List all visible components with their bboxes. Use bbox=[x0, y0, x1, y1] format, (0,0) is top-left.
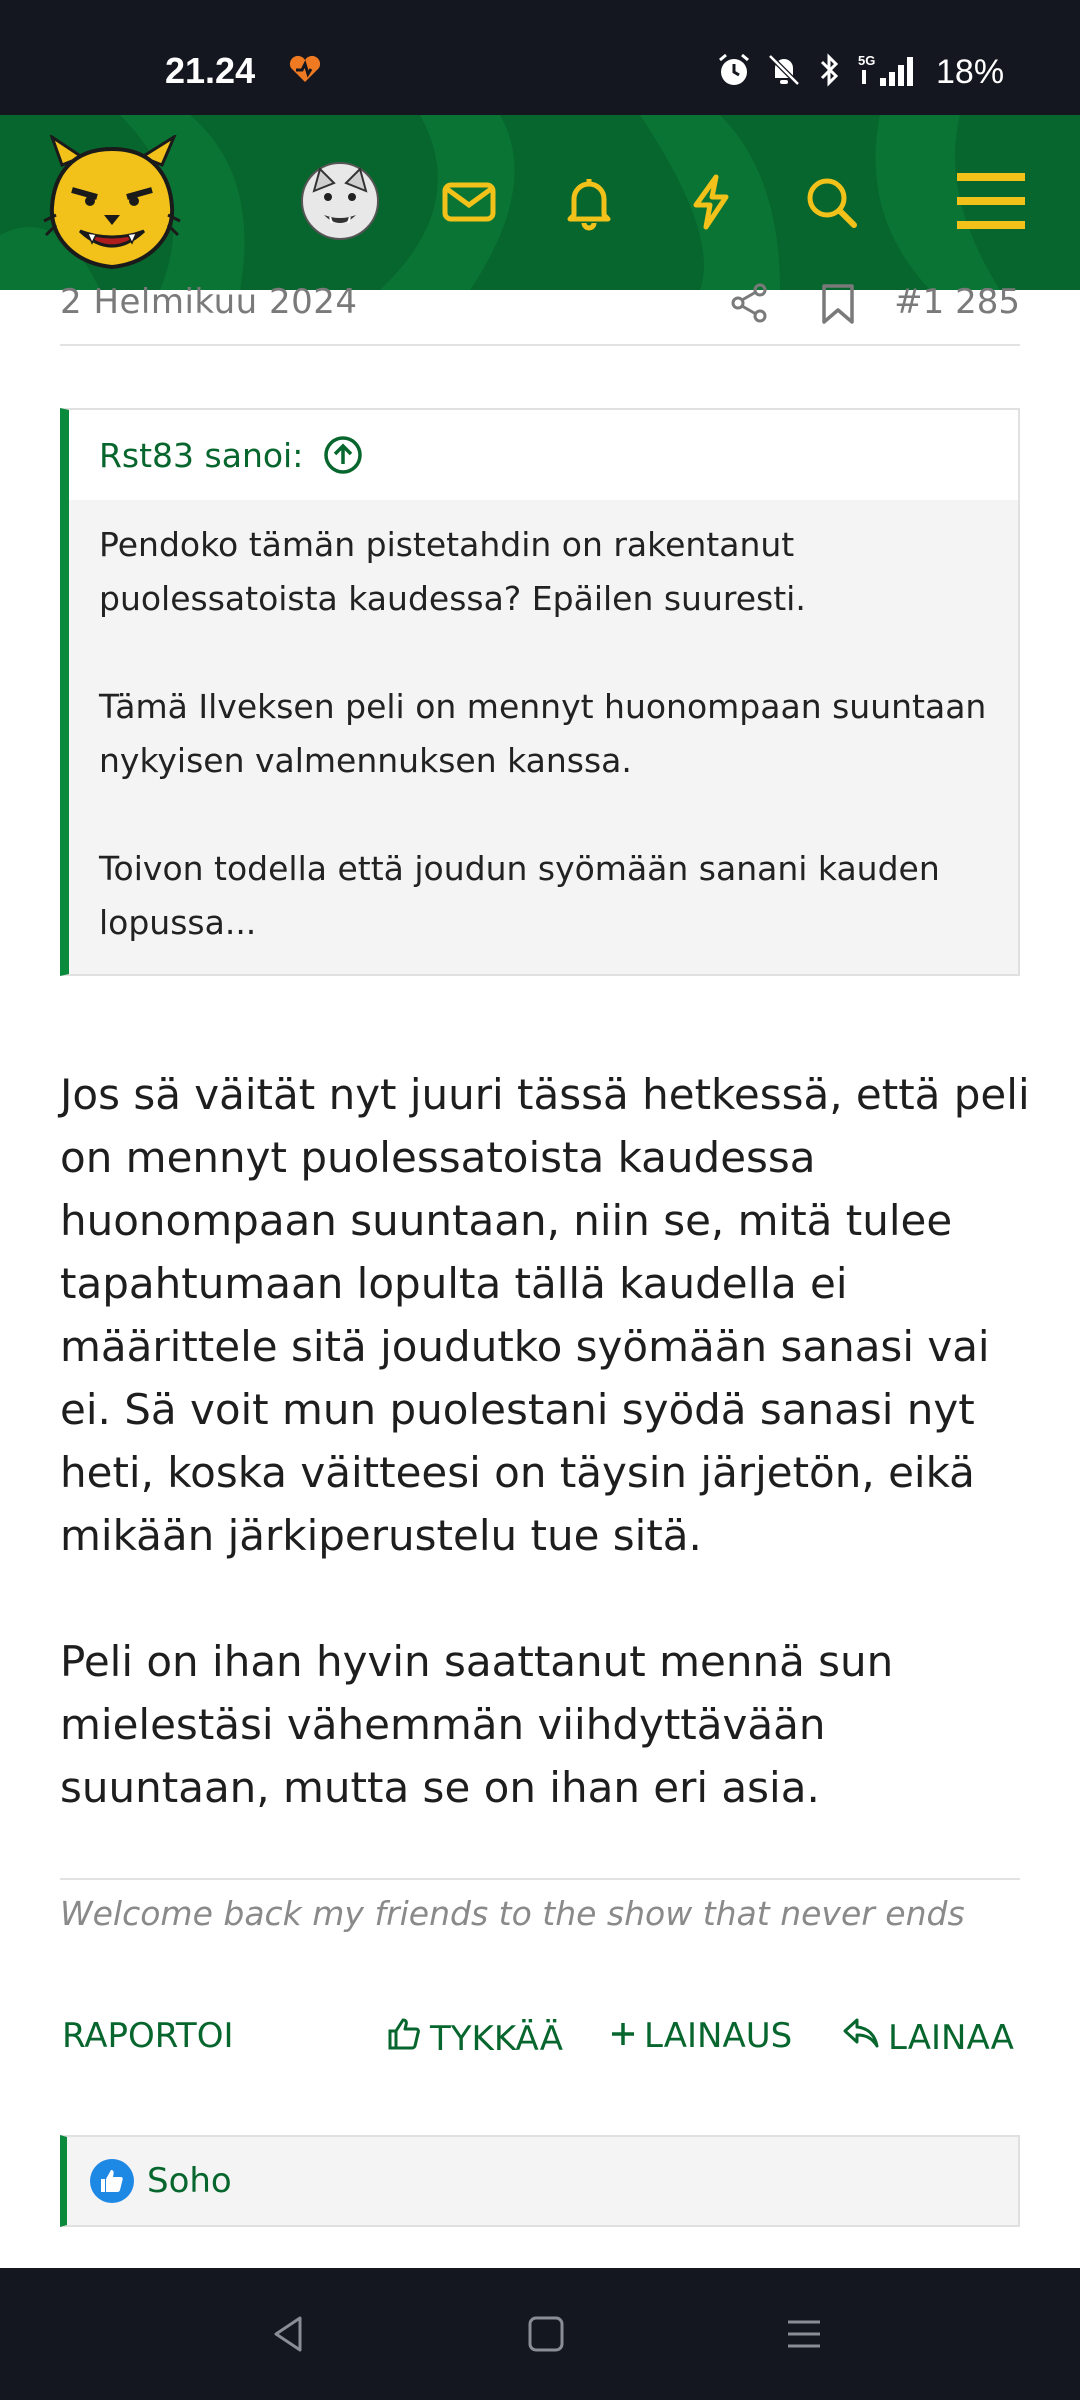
status-bar: 21.24 5G 18% bbox=[0, 0, 1080, 115]
5g-icon: 5G bbox=[858, 52, 916, 92]
post-number[interactable]: #1 285 bbox=[894, 282, 1020, 322]
multiquote-label: LAINAUS bbox=[644, 2016, 793, 2056]
quote-paragraph: Pendoko tämän pistetahdin on rakentanut … bbox=[99, 525, 806, 618]
signature: Welcome back my friends to the show that… bbox=[60, 1878, 1020, 1933]
quote-block: Rst83 sanoi: Pendoko tämän pistetahdin o… bbox=[60, 408, 1020, 976]
app-header bbox=[0, 115, 1080, 290]
heart-signal-icon bbox=[288, 54, 322, 88]
alarm-icon bbox=[716, 52, 752, 92]
recents-icon[interactable] bbox=[782, 2312, 826, 2360]
status-time: 21.24 bbox=[165, 50, 256, 91]
plus-icon bbox=[610, 2016, 636, 2056]
quote-header[interactable]: Rst83 sanoi: bbox=[69, 410, 1018, 500]
report-label: RAPORTOI bbox=[62, 2016, 234, 2056]
thumbs-up-icon bbox=[386, 2016, 422, 2061]
like-badge-icon bbox=[89, 2158, 135, 2204]
menu-icon[interactable] bbox=[955, 171, 1027, 235]
quote-paragraph: Tämä Ilveksen peli on mennyt huonompaan … bbox=[99, 687, 987, 780]
home-icon[interactable] bbox=[524, 2312, 568, 2360]
post-meta: 2 Helmikuu 2024 #1 285 bbox=[60, 282, 1020, 346]
bell-icon[interactable] bbox=[560, 173, 618, 235]
svg-text:5G: 5G bbox=[858, 53, 875, 68]
multiquote-button[interactable]: LAINAUS bbox=[610, 2016, 792, 2056]
system-nav-bar bbox=[0, 2268, 1080, 2400]
mail-icon[interactable] bbox=[440, 173, 498, 235]
reply-icon bbox=[842, 2016, 880, 2059]
reaction-user[interactable]: Soho bbox=[147, 2161, 232, 2201]
bluetooth-icon bbox=[816, 52, 844, 92]
reply-label: LAINAA bbox=[888, 2017, 1014, 2058]
message-body: Jos sä väität nyt juuri tässä hetkessä, … bbox=[60, 1063, 1030, 1882]
report-button[interactable]: RAPORTOI bbox=[62, 2016, 233, 2056]
like-button[interactable]: TYKKÄÄ bbox=[386, 2016, 563, 2061]
message-paragraph: Peli on ihan hyvin saattanut mennä sun m… bbox=[60, 1637, 894, 1812]
post-date[interactable]: 2 Helmikuu 2024 bbox=[60, 282, 358, 322]
avatar[interactable] bbox=[300, 161, 380, 245]
quote-author[interactable]: Rst83 sanoi: bbox=[99, 436, 303, 475]
bell-muted-icon bbox=[766, 52, 802, 92]
back-icon[interactable] bbox=[266, 2312, 310, 2360]
battery-level: 18% bbox=[936, 52, 1005, 91]
quote-body: Pendoko tämän pistetahdin on rakentanut … bbox=[69, 500, 1018, 950]
share-icon[interactable] bbox=[728, 282, 770, 328]
reply-button[interactable]: LAINAA bbox=[842, 2016, 1014, 2059]
arrow-up-circle-icon[interactable] bbox=[323, 435, 363, 475]
message-paragraph: Jos sä väität nyt juuri tässä hetkessä, … bbox=[60, 1070, 1030, 1560]
post-actions: RAPORTOI TYKKÄÄ LAINAUS LAINAA bbox=[60, 2010, 1020, 2070]
bolt-icon[interactable] bbox=[682, 173, 740, 235]
quote-paragraph: Toivon todella että joudun syömään sanan… bbox=[99, 849, 940, 942]
reactions-bar[interactable]: Soho bbox=[60, 2135, 1020, 2227]
lynx-logo[interactable] bbox=[42, 133, 182, 274]
like-label: TYKKÄÄ bbox=[430, 2018, 563, 2059]
bookmark-icon[interactable] bbox=[818, 282, 858, 330]
search-icon[interactable] bbox=[802, 173, 860, 235]
status-icons: 5G 18% bbox=[716, 52, 1004, 92]
